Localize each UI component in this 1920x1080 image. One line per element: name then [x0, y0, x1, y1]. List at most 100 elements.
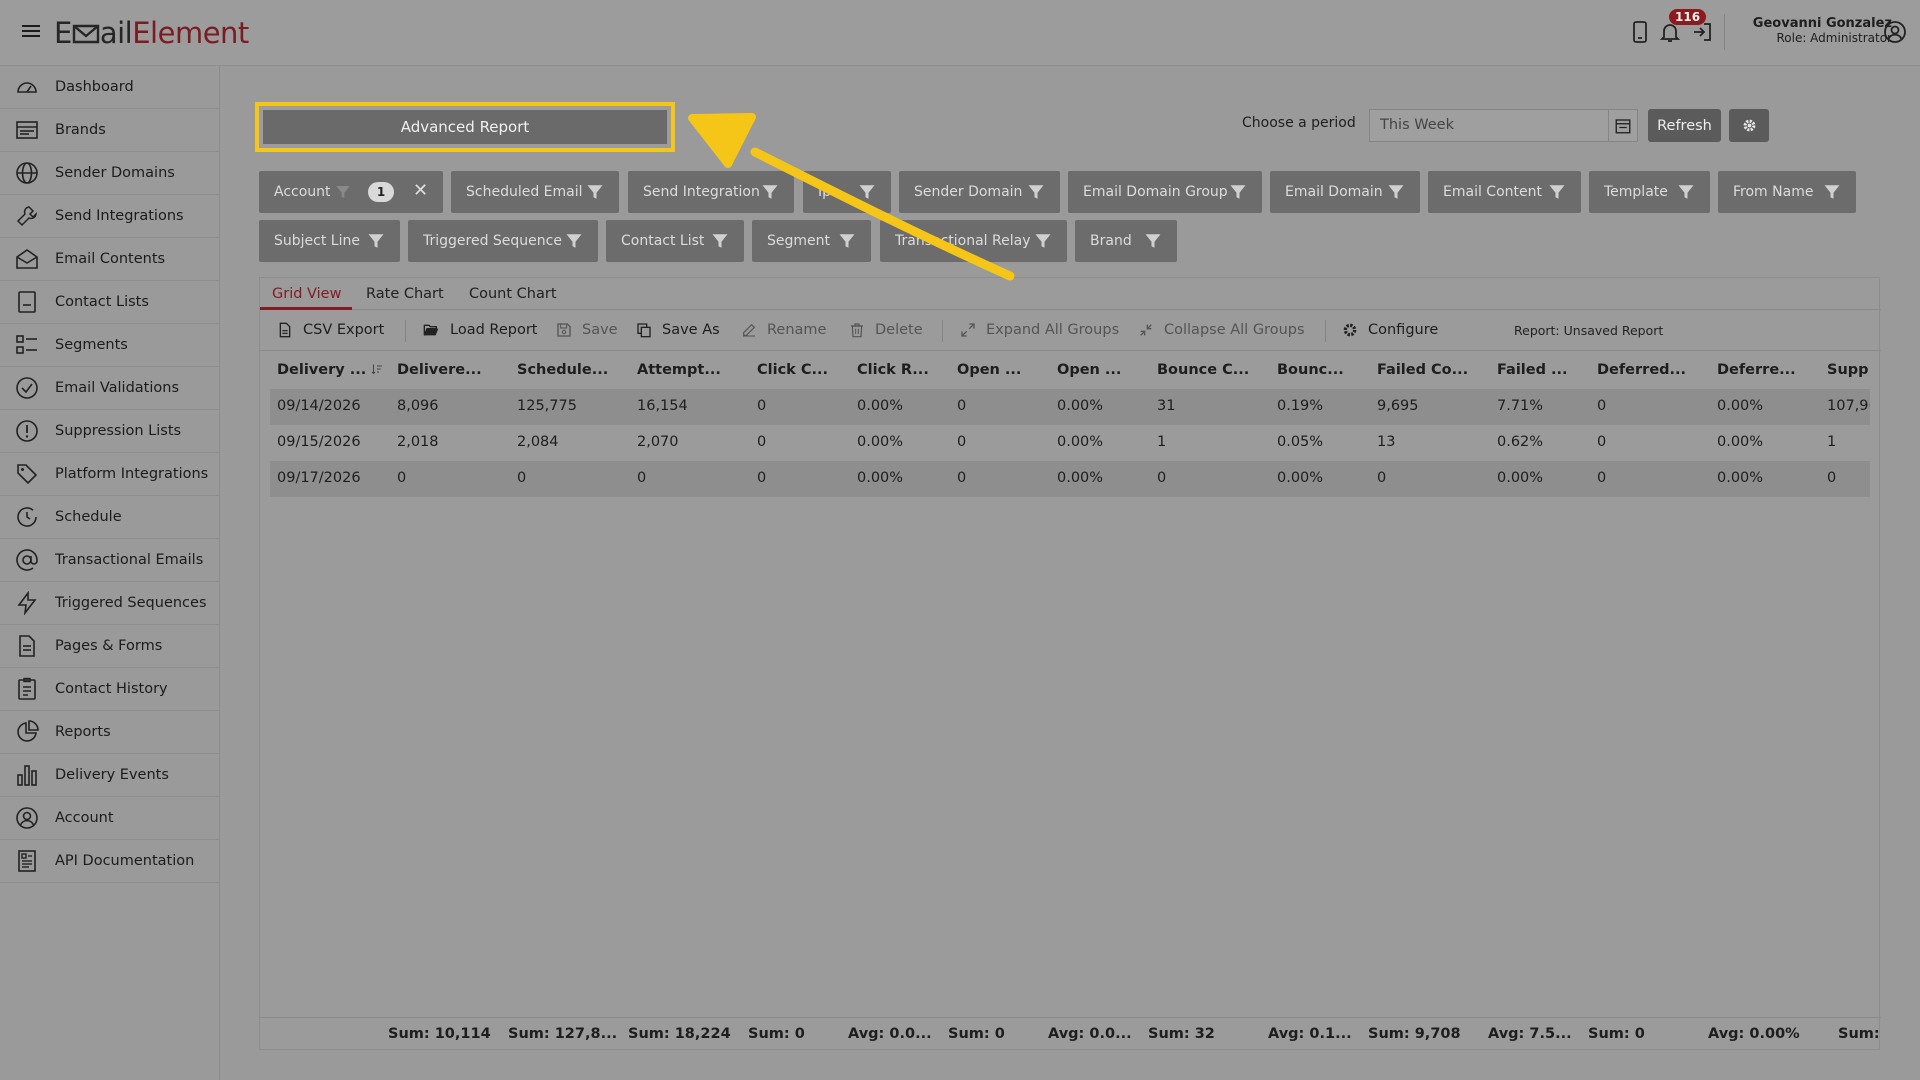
period-select[interactable]: This Week	[1369, 109, 1609, 142]
table-cell: 09/14/2026	[277, 398, 361, 414]
filter-brand[interactable]: Brand	[1075, 220, 1177, 262]
exclamation-circle-icon	[16, 420, 38, 442]
filter-ip[interactable]: Ip	[803, 171, 891, 213]
column-header[interactable]: Deferre...	[1717, 362, 1796, 378]
filter-email-domain[interactable]: Email Domain	[1270, 171, 1420, 213]
filter-contact-list[interactable]: Contact List	[606, 220, 744, 262]
sidebar-item-segments[interactable]: Segments	[0, 324, 219, 367]
column-header[interactable]: Delivere...	[397, 362, 482, 378]
footer-aggregate: Sum: 9,708	[1368, 1026, 1461, 1042]
user-info[interactable]: Geovanni Gonzalez Role: Administrator	[1742, 17, 1892, 46]
save-button[interactable]: Save	[556, 322, 618, 338]
funnel-icon	[566, 234, 582, 248]
lightning-icon	[17, 591, 37, 615]
column-header[interactable]: Open ...	[1057, 362, 1121, 378]
table-row[interactable]: 09/14/2026 8,096 125,775 16,154 0 0.00% …	[270, 389, 1870, 425]
sidebar-item-sender-domains[interactable]: Sender Domains	[0, 152, 219, 195]
logout-icon[interactable]	[1690, 20, 1714, 44]
document-icon	[19, 635, 35, 657]
sidebar-item-reports[interactable]: Reports	[0, 711, 219, 754]
sort-icon[interactable]	[371, 363, 383, 375]
settings-button[interactable]	[1729, 109, 1769, 142]
globe-icon	[16, 162, 38, 184]
column-header[interactable]: Click C...	[757, 362, 828, 378]
tab-rate-chart[interactable]: Rate Chart	[366, 286, 444, 302]
wrench-icon	[16, 206, 37, 227]
calendar-picker-button[interactable]	[1608, 109, 1638, 142]
app-logo[interactable]: EailElement	[54, 16, 249, 50]
advanced-report-button[interactable]: Advanced Report	[255, 102, 675, 152]
table-cell: 0	[1827, 470, 1837, 486]
user-avatar-icon[interactable]	[1883, 20, 1907, 44]
collapse-all-groups-button[interactable]: Collapse All Groups	[1138, 322, 1305, 338]
configure-button[interactable]: Configure	[1342, 322, 1438, 338]
tab-count-chart[interactable]: Count Chart	[469, 286, 557, 302]
table-cell: 0	[957, 470, 967, 486]
expand-all-groups-button[interactable]: Expand All Groups	[960, 322, 1119, 338]
sidebar-item-brands[interactable]: Brands	[0, 109, 219, 152]
funnel-icon	[336, 186, 350, 198]
column-header[interactable]: Attempt...	[637, 362, 721, 378]
column-header[interactable]: Schedule...	[517, 362, 608, 378]
sidebar-item-send-integrations[interactable]: Send Integrations	[0, 195, 219, 238]
sidebar-item-delivery-events[interactable]: Delivery Events	[0, 754, 219, 797]
table-cell: 0.00%	[1277, 470, 1324, 486]
sidebar-item-contact-lists[interactable]: Contact Lists	[0, 281, 219, 324]
column-header-delivery-date[interactable]: Delivery ...	[277, 362, 383, 378]
column-header[interactable]: Open ...	[957, 362, 1021, 378]
filter-transactional-relay[interactable]: Transactional Relay	[880, 220, 1067, 262]
sidebar-item-schedule[interactable]: Schedule	[0, 496, 219, 539]
filter-from-name[interactable]: From Name	[1718, 171, 1856, 213]
save-as-button[interactable]: Save As	[636, 322, 720, 338]
sidebar-item-api-documentation[interactable]: API Documentation	[0, 840, 219, 883]
load-report-button[interactable]: Load Report	[422, 322, 537, 338]
filter-template[interactable]: Template	[1589, 171, 1710, 213]
tab-grid-view[interactable]: Grid View	[272, 286, 341, 302]
column-header[interactable]: Bounce C...	[1157, 362, 1249, 378]
filter-send-integration[interactable]: Send Integration	[628, 171, 794, 213]
column-header[interactable]: Supp	[1827, 362, 1869, 378]
table-cell: 0.62%	[1497, 434, 1544, 450]
sidebar-item-pages-forms[interactable]: Pages & Forms	[0, 625, 219, 668]
column-header[interactable]: Failed ...	[1497, 362, 1568, 378]
table-cell: 0.00%	[1057, 434, 1104, 450]
clear-account-filter-icon[interactable]: ✕	[413, 180, 428, 201]
sidebar-item-contact-history[interactable]: Contact History	[0, 668, 219, 711]
column-header[interactable]: Deferred...	[1597, 362, 1686, 378]
csv-export-button[interactable]: CSV Export	[277, 322, 384, 338]
column-header[interactable]: Failed Co...	[1377, 362, 1468, 378]
pie-chart-icon	[17, 720, 39, 742]
table-row[interactable]: 09/17/2026 0 0 0 0 0.00% 0 0.00% 0 0.00%…	[270, 461, 1870, 497]
table-cell: 0	[637, 470, 647, 486]
column-header[interactable]: Click R...	[857, 362, 929, 378]
sidebar-item-transactional-emails[interactable]: Transactional Emails	[0, 539, 219, 582]
sidebar-item-dashboard[interactable]: Dashboard	[0, 66, 219, 109]
column-header[interactable]: Bounc...	[1277, 362, 1344, 378]
table-row[interactable]: 09/15/2026 2,018 2,084 2,070 0 0.00% 0 0…	[270, 425, 1870, 461]
sidebar-item-account[interactable]: Account	[0, 797, 219, 840]
trash-icon	[851, 323, 863, 338]
filter-scheduled-email[interactable]: Scheduled Email	[451, 171, 619, 213]
sidebar-item-email-contents[interactable]: Email Contents	[0, 238, 219, 281]
filter-segment[interactable]: Segment	[752, 220, 871, 262]
table-cell: 0.00%	[1057, 470, 1104, 486]
filter-email-content[interactable]: Email Content	[1428, 171, 1581, 213]
sidebar-item-email-validations[interactable]: Email Validations	[0, 367, 219, 410]
mobile-phone-icon[interactable]	[1628, 20, 1652, 44]
filter-triggered-sequence[interactable]: Triggered Sequence	[408, 220, 598, 262]
sidebar-item-suppression-lists[interactable]: Suppression Lists	[0, 410, 219, 453]
sidebar-item-platform-integrations[interactable]: Platform Integrations	[0, 453, 219, 496]
toolbar-separator	[1325, 320, 1326, 342]
filter-sender-domain[interactable]: Sender Domain	[899, 171, 1060, 213]
refresh-button[interactable]: Refresh	[1648, 109, 1721, 142]
table-cell: 125,775	[517, 398, 577, 414]
sidebar-item-triggered-sequences[interactable]: Triggered Sequences	[0, 582, 219, 625]
filter-account[interactable]: Account 1 ✕	[259, 171, 443, 213]
rename-button[interactable]: Rename	[741, 322, 826, 338]
table-cell: 0.00%	[1717, 470, 1764, 486]
hamburger-menu-icon[interactable]	[22, 22, 40, 40]
filter-subject-line[interactable]: Subject Line	[259, 220, 400, 262]
delete-button[interactable]: Delete	[849, 322, 923, 338]
grid-toolbar: CSV Export Load Report Save Save As Rena…	[260, 311, 1881, 351]
filter-email-domain-group[interactable]: Email Domain Group	[1068, 171, 1262, 213]
